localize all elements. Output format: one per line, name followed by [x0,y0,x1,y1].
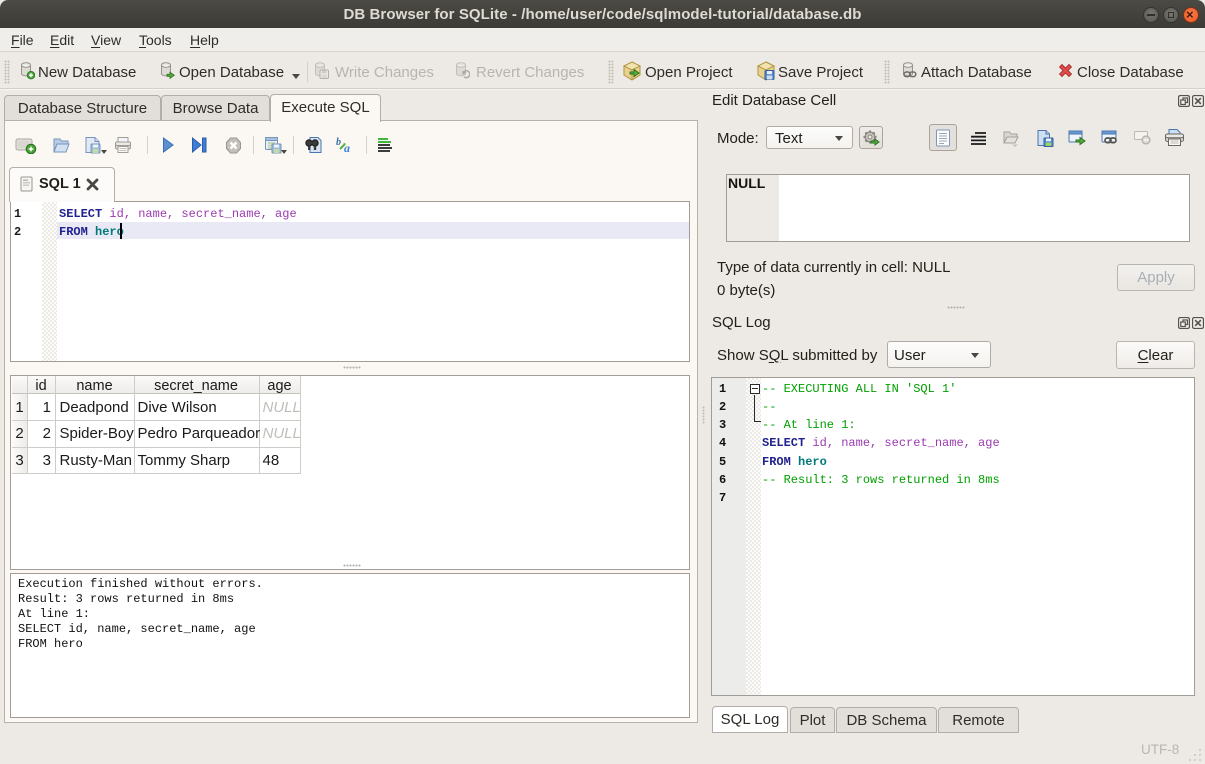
svg-text:a: a [344,141,350,154]
svg-text:b: b [336,137,341,148]
